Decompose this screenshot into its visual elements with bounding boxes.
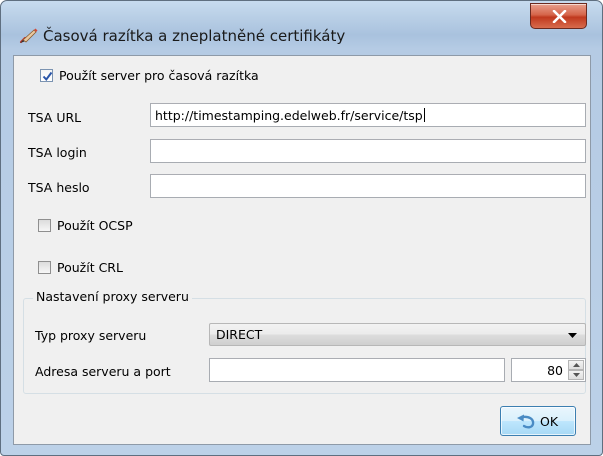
undo-arrow-icon [517, 414, 535, 429]
triangle-up-icon [573, 363, 580, 367]
tsa-url-value: http://timestamping.edelweb.fr/service/t… [155, 108, 423, 123]
use-crl-checkbox[interactable] [38, 261, 51, 274]
tsa-login-input[interactable] [150, 139, 586, 163]
ok-label: OK [540, 414, 559, 429]
proxy-type-selected: DIRECT [216, 327, 263, 342]
triangle-down-icon [573, 373, 580, 377]
proxy-address-label: Adresa serveru a port [35, 364, 171, 379]
tsa-password-label: TSA heslo [28, 180, 90, 195]
spin-down-button[interactable] [568, 370, 584, 380]
chevron-down-icon [568, 333, 577, 338]
window-title: Časová razítka a zneplatněné certifikáty [43, 27, 346, 45]
proxy-port-spinner[interactable]: 80 [511, 358, 586, 382]
tsa-login-label: TSA login [28, 145, 87, 160]
tsa-url-input[interactable]: http://timestamping.edelweb.fr/service/t… [150, 103, 586, 127]
proxy-type-label: Typ proxy serveru [35, 328, 147, 343]
text-caret [423, 108, 425, 122]
use-tsa-server-checkbox[interactable] [40, 69, 53, 82]
close-button[interactable] [530, 3, 587, 29]
tsa-password-input[interactable] [150, 174, 586, 198]
tsa-url-label: TSA URL [28, 110, 82, 125]
proxy-type-select[interactable]: DIRECT [209, 323, 586, 346]
use-ocsp-checkbox[interactable] [38, 219, 51, 232]
close-x-icon [552, 10, 567, 23]
proxy-port-value: 80 [547, 363, 563, 378]
use-ocsp-label[interactable]: Použít OCSP [57, 218, 133, 233]
use-tsa-server-label[interactable]: Použít server pro časová razítka [59, 68, 259, 83]
proxy-settings-group-title: Nastavení proxy serveru [33, 289, 192, 304]
checkmark-icon [42, 71, 53, 82]
dialog-window: Časová razítka a zneplatněné certifikáty… [0, 0, 603, 456]
title-bar[interactable]: Časová razítka a zneplatněné certifikáty [1, 1, 602, 55]
use-crl-label[interactable]: Použít CRL [57, 260, 123, 275]
spinner-buttons [568, 360, 584, 380]
proxy-address-input[interactable] [209, 358, 505, 382]
spin-up-button[interactable] [568, 360, 584, 370]
certificate-pen-icon [19, 27, 39, 45]
ok-button[interactable]: OK [500, 406, 576, 436]
